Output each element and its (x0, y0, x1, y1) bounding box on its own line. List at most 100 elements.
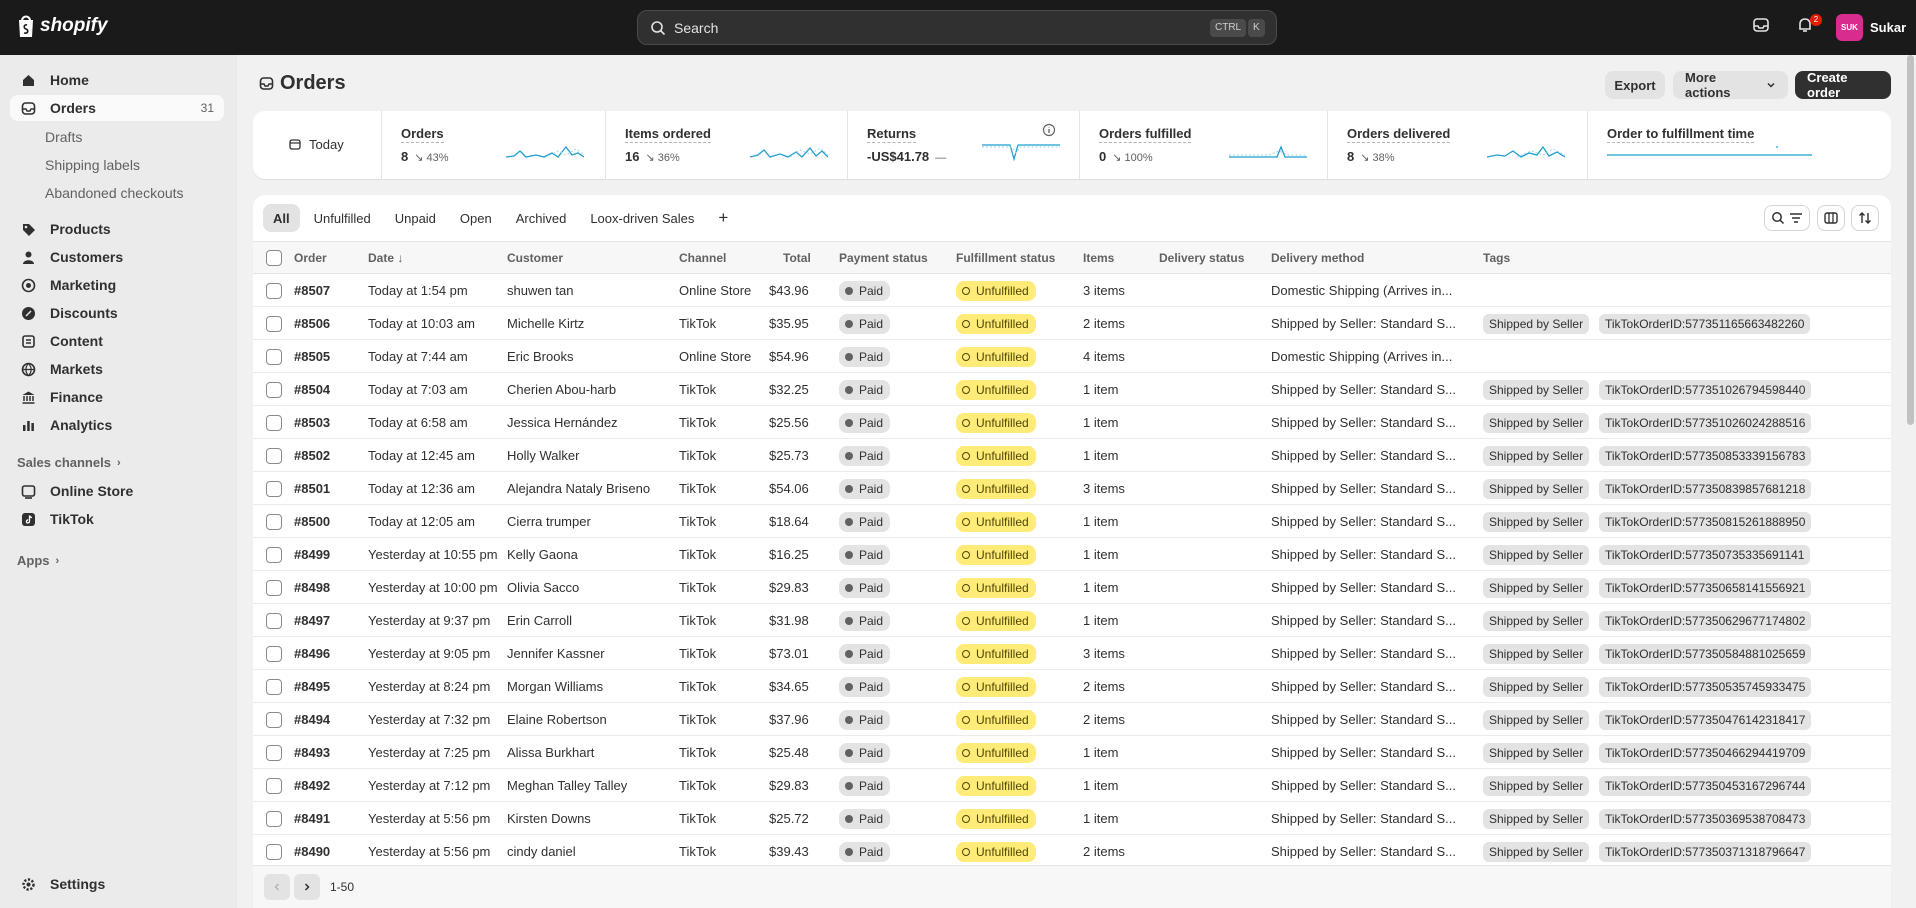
order-number[interactable]: #8496 (294, 646, 330, 661)
column-header-date[interactable]: Date ↓ (368, 251, 403, 265)
table-row[interactable]: #8506 Today at 10:03 am Michelle Kirtz TikT… (253, 307, 1891, 340)
sidebar-item-finance[interactable]: Finance (10, 384, 224, 410)
order-number[interactable]: #8505 (294, 349, 330, 364)
column-header-items[interactable]: Items (1083, 251, 1114, 265)
row-checkbox[interactable] (266, 547, 282, 563)
table-row[interactable]: #8505 Today at 7:44 am Eric Brooks Online S… (253, 340, 1891, 373)
order-number[interactable]: #8499 (294, 547, 330, 562)
table-row[interactable]: #8504 Today at 7:03 am Cherien Abou-harb Ti… (253, 373, 1891, 406)
columns-button[interactable] (1817, 205, 1845, 231)
order-number[interactable]: #8504 (294, 382, 330, 397)
column-header-delivery-method[interactable]: Delivery method (1271, 251, 1364, 265)
row-checkbox[interactable] (266, 844, 282, 860)
metric-orders[interactable]: Orders 8 ↘ 43% (401, 111, 601, 179)
date-range-picker[interactable]: Today (253, 111, 381, 179)
metric-items-ordered[interactable]: Items ordered 16 ↘ 36% (625, 111, 845, 179)
column-header-fulfillment-status[interactable]: Fulfillment status (956, 251, 1055, 265)
sidebar-item-marketing[interactable]: Marketing (10, 272, 224, 298)
row-checkbox[interactable] (266, 316, 282, 332)
item-count[interactable]: 1 item (1083, 613, 1118, 628)
sidebar-item-content[interactable]: Content (10, 328, 224, 354)
order-number[interactable]: #8502 (294, 448, 330, 463)
user-name[interactable]: Sukar (1870, 20, 1906, 35)
item-count[interactable]: 1 item (1083, 382, 1118, 397)
item-count[interactable]: 1 item (1083, 514, 1118, 529)
metric-orders-fulfilled[interactable]: Orders fulfilled 0 ↘ 100% (1099, 111, 1319, 179)
tab-unfulfilled[interactable]: Unfulfilled (304, 204, 381, 232)
row-checkbox[interactable] (266, 514, 282, 530)
column-header-customer[interactable]: Customer (507, 251, 563, 265)
column-header-delivery-status[interactable]: Delivery status (1159, 251, 1244, 265)
shopify-logo[interactable]: shopify (16, 14, 108, 38)
row-checkbox[interactable] (266, 283, 282, 299)
sidebar-item-discounts[interactable]: Discounts (10, 300, 224, 326)
table-row[interactable]: #8503 Today at 6:58 am Jessica Hernández Ti… (253, 406, 1891, 439)
item-count[interactable]: 2 items (1083, 679, 1125, 694)
column-header-total[interactable]: Total (783, 251, 811, 265)
table-row[interactable]: #8499 Yesterday at 10:55 pm Kelly Gaona Tik… (253, 538, 1891, 571)
row-checkbox[interactable] (266, 613, 282, 629)
order-number[interactable]: #8500 (294, 514, 330, 529)
item-count[interactable]: 1 item (1083, 778, 1118, 793)
tab-loox-driven-sales[interactable]: Loox-driven Sales (580, 204, 704, 232)
row-checkbox[interactable] (266, 415, 282, 431)
item-count[interactable]: 1 item (1083, 547, 1118, 562)
sidebar-item-shipping-labels[interactable]: Shipping labels (45, 157, 140, 173)
previous-page-button[interactable] (264, 874, 290, 900)
sidebar-item-tiktok[interactable]: TikTok (10, 506, 224, 532)
row-checkbox[interactable] (266, 580, 282, 596)
table-row[interactable]: #8497 Yesterday at 9:37 pm Erin Carroll Tik… (253, 604, 1891, 637)
item-count[interactable]: 3 items (1083, 481, 1125, 496)
export-button[interactable]: Export (1605, 71, 1665, 99)
item-count[interactable]: 4 items (1083, 349, 1125, 364)
sidebar-item-abandoned-checkouts[interactable]: Abandoned checkouts (45, 185, 184, 201)
table-row[interactable]: #8501 Today at 12:36 am Alejandra Nataly B… (253, 472, 1891, 505)
row-checkbox[interactable] (266, 679, 282, 695)
order-number[interactable]: #8492 (294, 778, 330, 793)
sort-button[interactable] (1851, 205, 1879, 231)
row-checkbox[interactable] (266, 448, 282, 464)
table-row[interactable]: #8493 Yesterday at 7:25 pm Alissa Burkhart… (253, 736, 1891, 769)
row-checkbox[interactable] (266, 382, 282, 398)
item-count[interactable]: 1 item (1083, 580, 1118, 595)
table-row[interactable]: #8492 Yesterday at 7:12 pm Meghan Talley T… (253, 769, 1891, 802)
row-checkbox[interactable] (266, 745, 282, 761)
item-count[interactable]: 1 item (1083, 745, 1118, 760)
table-row[interactable]: #8498 Yesterday at 10:00 pm Olivia Sacco Ti… (253, 571, 1891, 604)
item-count[interactable]: 3 items (1083, 646, 1125, 661)
row-checkbox[interactable] (266, 811, 282, 827)
sidebar-item-orders[interactable]: Orders 31 (10, 95, 224, 121)
metric-orders-delivered[interactable]: Orders delivered 8 ↘ 38% (1347, 111, 1577, 179)
inbox-icon[interactable] (1752, 16, 1770, 37)
table-row[interactable]: #8507 Today at 1:54 pm shuwen tan Online St… (253, 274, 1891, 307)
order-number[interactable]: #8507 (294, 283, 330, 298)
item-count[interactable]: 1 item (1083, 811, 1118, 826)
sidebar-item-markets[interactable]: Markets (10, 356, 224, 382)
avatar[interactable]: SUK (1836, 14, 1863, 41)
order-number[interactable]: #8491 (294, 811, 330, 826)
tab-open[interactable]: Open (450, 204, 502, 232)
order-number[interactable]: #8495 (294, 679, 330, 694)
order-number[interactable]: #8503 (294, 415, 330, 430)
order-number[interactable]: #8501 (294, 481, 330, 496)
order-number[interactable]: #8493 (294, 745, 330, 760)
order-number[interactable]: #8490 (294, 844, 330, 859)
item-count[interactable]: 2 items (1083, 844, 1125, 859)
info-icon[interactable] (1042, 123, 1056, 137)
sidebar-item-online-store[interactable]: Online Store (10, 478, 224, 504)
table-row[interactable]: #8494 Yesterday at 7:32 pm Elaine Robertso… (253, 703, 1891, 736)
more-actions-button[interactable]: More actions (1673, 70, 1788, 100)
create-order-button[interactable]: Create order (1795, 70, 1891, 100)
row-checkbox[interactable] (266, 646, 282, 662)
row-checkbox[interactable] (266, 349, 282, 365)
item-count[interactable]: 1 item (1083, 448, 1118, 463)
column-header-order[interactable]: Order (294, 251, 327, 265)
tab-all[interactable]: All (263, 204, 300, 232)
tab-unpaid[interactable]: Unpaid (385, 204, 446, 232)
item-count[interactable]: 2 items (1083, 712, 1125, 727)
row-checkbox[interactable] (266, 712, 282, 728)
table-row[interactable]: #8502 Today at 12:45 am Holly Walker TikTok… (253, 439, 1891, 472)
sidebar-item-home[interactable]: Home (10, 67, 224, 93)
item-count[interactable]: 1 item (1083, 415, 1118, 430)
table-row[interactable]: #8491 Yesterday at 5:56 pm Kirsten Downs Ti… (253, 802, 1891, 835)
